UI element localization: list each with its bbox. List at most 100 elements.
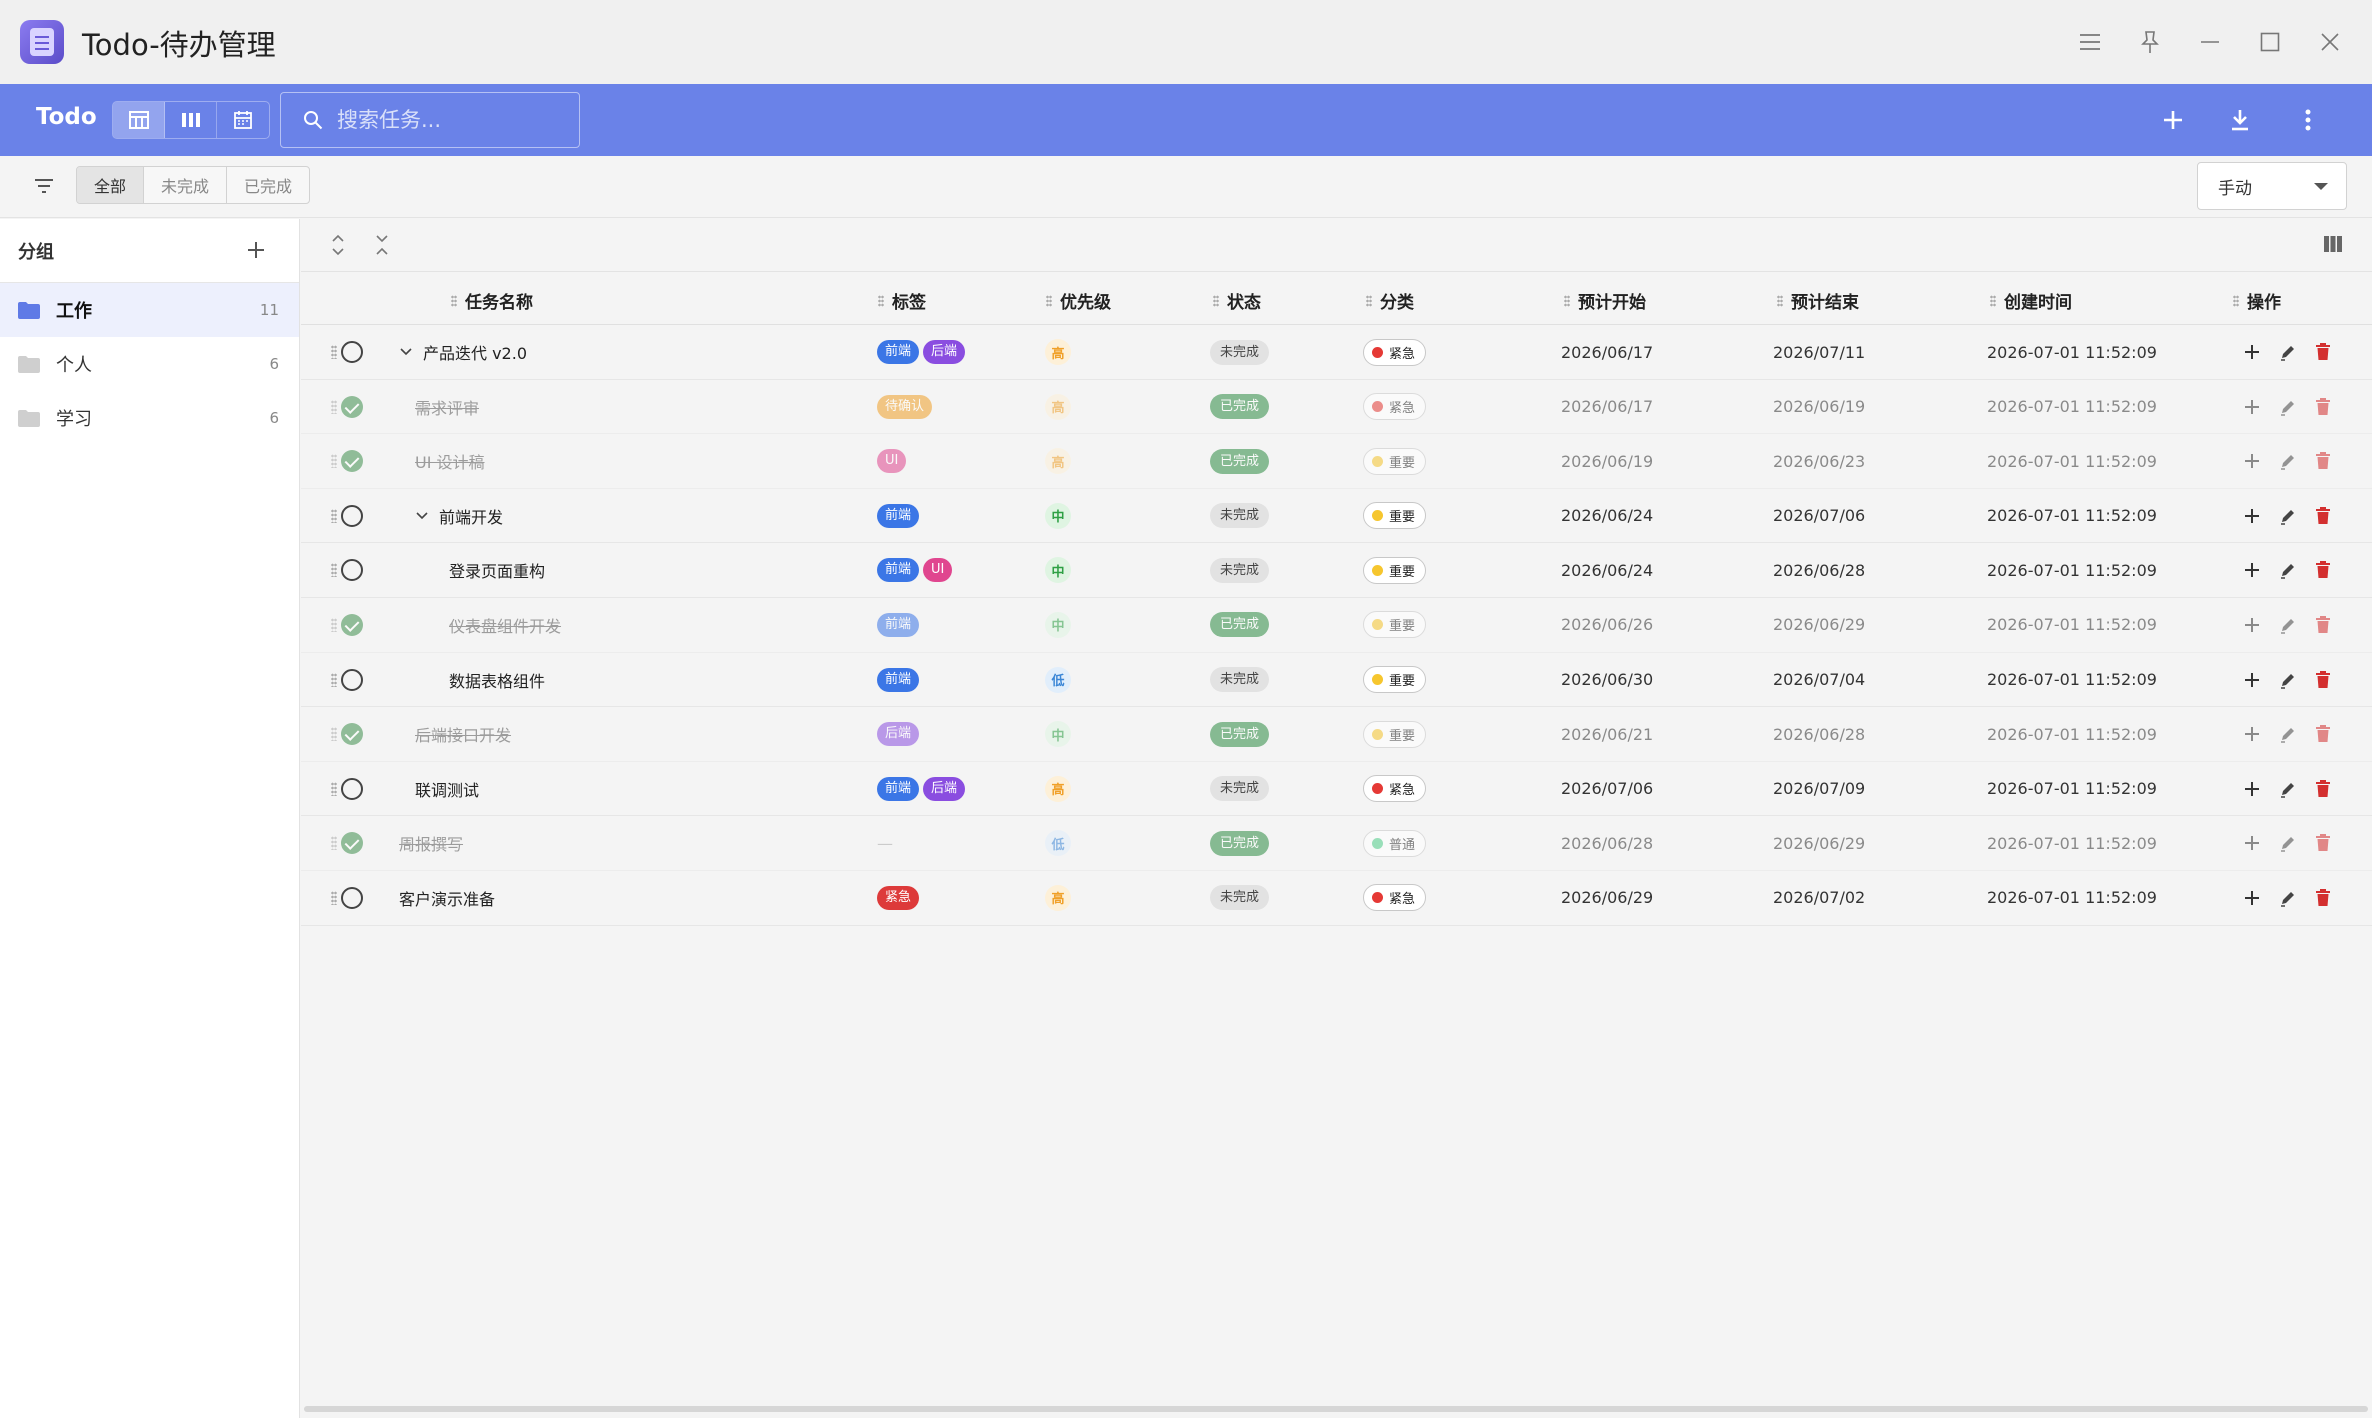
priority-badge[interactable]: 高 [1045, 775, 1071, 802]
delete-icon[interactable] [2315, 506, 2331, 525]
category-chip[interactable]: 重要 [1363, 556, 1427, 584]
add-subtask-icon[interactable] [2243, 561, 2261, 579]
category-chip[interactable]: 重要 [1363, 447, 1427, 475]
column-settings-icon[interactable] [2323, 235, 2343, 253]
group-item[interactable]: 个人 6 [0, 337, 299, 391]
complete-checkbox[interactable] [341, 886, 363, 909]
column-header-category[interactable]: 分类 [1366, 288, 1414, 313]
search-box[interactable] [280, 92, 580, 148]
task-name[interactable]: 联调测试 [415, 777, 479, 801]
edit-icon[interactable] [2279, 671, 2297, 689]
add-subtask-icon[interactable] [2243, 834, 2261, 852]
task-row[interactable]: 登录页面重构 前端 UI 中 未完成 重要 2026/06/24 2026/06/28 2026… [301, 543, 2372, 598]
task-name[interactable]: 数据表格组件 [449, 668, 545, 692]
complete-checkbox[interactable] [341, 832, 363, 855]
task-row[interactable]: 仪表盘组件开发 前端 中 已完成 重要 2026/06/26 2026/06/29 2026-… [301, 598, 2372, 653]
status-badge[interactable]: 已完成 [1210, 721, 1270, 747]
end-date[interactable]: 2026/06/29 [1773, 816, 1865, 870]
delete-icon[interactable] [2315, 615, 2331, 634]
calendar-view-button[interactable] [217, 102, 269, 138]
status-badge[interactable]: 未完成 [1210, 339, 1270, 365]
row-drag-handle-icon[interactable] [331, 563, 337, 578]
start-date[interactable]: 2026/06/21 [1561, 707, 1653, 761]
status-badge[interactable]: 已完成 [1210, 830, 1270, 856]
task-row[interactable]: 前端开发 前端 中 未完成 重要 2026/06/24 2026/07/06 2026-07-… [301, 489, 2372, 544]
filter-all-button[interactable]: 全部 [77, 167, 145, 203]
end-date[interactable]: 2026/07/02 [1773, 871, 1865, 925]
start-date[interactable]: 2026/06/26 [1561, 598, 1653, 652]
end-date[interactable]: 2026/07/11 [1773, 325, 1865, 379]
status-badge[interactable]: 未完成 [1210, 885, 1270, 911]
edit-icon[interactable] [2279, 398, 2297, 416]
start-date[interactable]: 2026/06/19 [1561, 434, 1653, 488]
delete-icon[interactable] [2315, 834, 2331, 852]
category-chip[interactable]: 紧急 [1363, 775, 1427, 803]
add-subtask-icon[interactable] [2243, 398, 2261, 416]
expand-chevron-icon[interactable] [415, 509, 429, 523]
edit-icon[interactable] [2279, 343, 2297, 361]
priority-badge[interactable]: 中 [1045, 502, 1071, 529]
status-badge[interactable]: 已完成 [1210, 394, 1270, 420]
add-subtask-icon[interactable] [2243, 889, 2261, 907]
task-name[interactable]: 周报撰写 [399, 831, 463, 855]
task-name[interactable]: 客户演示准备 [399, 886, 495, 910]
task-row[interactable]: 周报撰写 — 低 已完成 普通 2026/06/28 2026/06/29 2026-07-0… [301, 816, 2372, 871]
start-date[interactable]: 2026/06/30 [1561, 653, 1653, 707]
priority-badge[interactable]: 高 [1045, 393, 1071, 420]
task-row[interactable]: 需求评审 待确认 高 已完成 紧急 2026/06/17 2026/06/19 2026-07… [301, 380, 2372, 435]
priority-badge[interactable]: 低 [1045, 830, 1071, 857]
category-chip[interactable]: 重要 [1363, 666, 1427, 694]
column-header-end[interactable]: 预计结束 [1777, 288, 1859, 313]
delete-icon[interactable] [2315, 888, 2331, 907]
complete-checkbox[interactable] [341, 341, 363, 363]
edit-icon[interactable] [2279, 561, 2297, 580]
complete-checkbox[interactable] [341, 450, 363, 473]
task-name[interactable]: 后端接口开发 [415, 722, 511, 746]
complete-checkbox[interactable] [341, 668, 363, 691]
start-date[interactable]: 2026/06/17 [1561, 380, 1653, 434]
priority-badge[interactable]: 中 [1045, 611, 1071, 638]
task-name[interactable]: 登录页面重构 [449, 558, 545, 582]
start-date[interactable]: 2026/06/29 [1561, 871, 1653, 925]
priority-badge[interactable]: 中 [1045, 557, 1071, 584]
task-row[interactable]: 产品迭代 v2.0 前端 后端 高 未完成 紧急 2026/06/17 2026/07/11 2… [301, 325, 2372, 380]
menu-icon[interactable] [2070, 22, 2110, 62]
filter-incomplete-button[interactable]: 未完成 [144, 167, 228, 203]
more-menu-icon[interactable] [2290, 102, 2326, 138]
add-subtask-icon[interactable] [2243, 507, 2261, 525]
task-row[interactable]: 客户演示准备 紧急 高 未完成 紧急 2026/06/29 2026/07/02 2026-0… [301, 871, 2372, 926]
row-drag-handle-icon[interactable] [331, 727, 337, 742]
status-badge[interactable]: 未完成 [1210, 776, 1270, 802]
edit-icon[interactable] [2279, 507, 2297, 525]
complete-checkbox[interactable] [341, 723, 363, 746]
expand-all-icon[interactable] [331, 234, 345, 256]
add-group-icon[interactable] [241, 235, 271, 265]
end-date[interactable]: 2026/07/04 [1773, 653, 1865, 707]
end-date[interactable]: 2026/06/29 [1773, 598, 1865, 652]
filter-icon[interactable] [32, 174, 56, 198]
delete-icon[interactable] [2315, 561, 2331, 579]
delete-icon[interactable] [2315, 343, 2331, 361]
task-name[interactable]: 需求评审 [415, 395, 479, 419]
category-chip[interactable]: 紧急 [1363, 393, 1427, 421]
row-drag-handle-icon[interactable] [331, 836, 337, 851]
priority-badge[interactable]: 高 [1045, 448, 1071, 475]
add-task-icon[interactable] [2155, 102, 2191, 138]
pin-icon[interactable] [2130, 22, 2170, 62]
task-name[interactable]: 仪表盘组件开发 [449, 613, 561, 637]
priority-badge[interactable]: 低 [1045, 666, 1071, 693]
end-date[interactable]: 2026/06/23 [1773, 434, 1865, 488]
task-row[interactable]: 后端接口开发 后端 中 已完成 重要 2026/06/21 2026/06/28 2026-0… [301, 707, 2372, 762]
column-header-created[interactable]: 创建时间 [1990, 288, 2072, 313]
task-row[interactable]: 数据表格组件 前端 低 未完成 重要 2026/06/30 2026/07/04 2026-0… [301, 653, 2372, 708]
search-input[interactable] [337, 108, 557, 132]
edit-icon[interactable] [2279, 834, 2297, 853]
column-header-priority[interactable]: 优先级 [1046, 288, 1111, 313]
status-badge[interactable]: 已完成 [1210, 612, 1270, 638]
delete-icon[interactable] [2315, 779, 2331, 798]
add-subtask-icon[interactable] [2243, 616, 2261, 634]
edit-icon[interactable] [2279, 780, 2297, 798]
priority-badge[interactable]: 高 [1045, 339, 1071, 365]
category-chip[interactable]: 普通 [1363, 829, 1427, 857]
start-date[interactable]: 2026/06/28 [1561, 816, 1653, 870]
